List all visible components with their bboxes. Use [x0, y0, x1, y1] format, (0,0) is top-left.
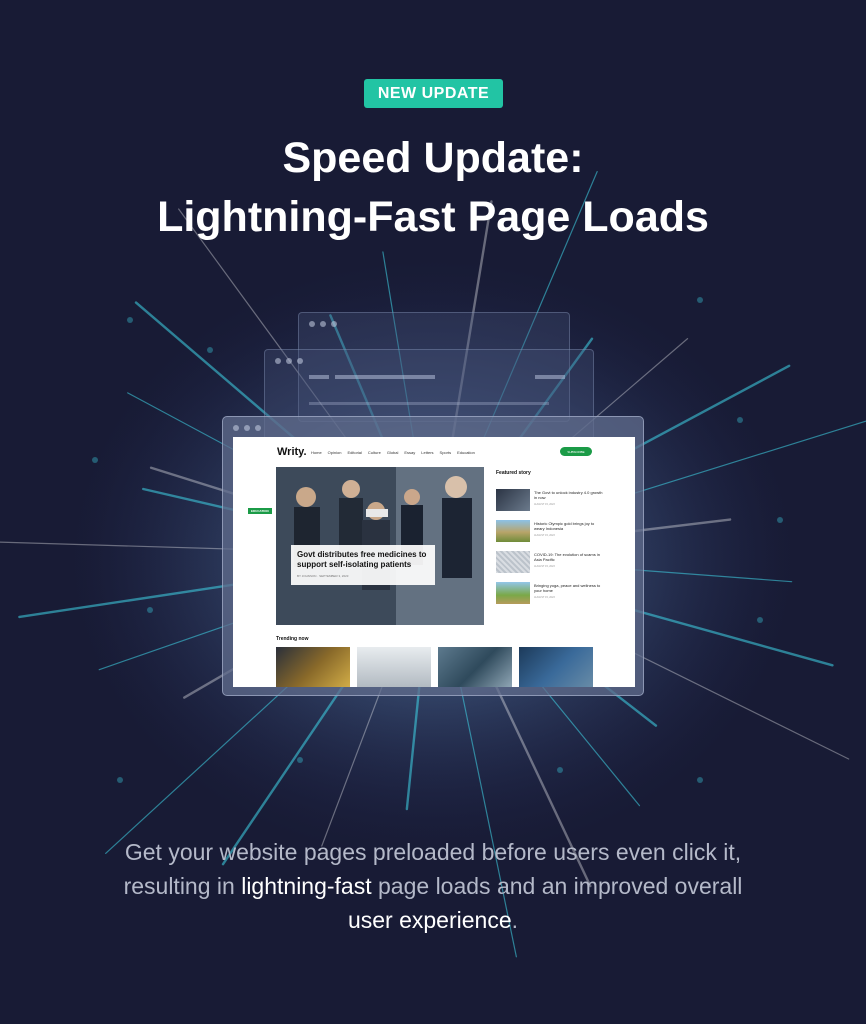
hero-title: Govt distributes free medicines to suppo…	[297, 550, 427, 569]
site-nav: Home Opinion Editorial Culture Global Es…	[311, 450, 475, 455]
featured-title: Bringing yoga, peace and wellness to you…	[534, 583, 601, 593]
featured-date: AUGUST 15, 2023	[534, 565, 555, 568]
featured-title: Historic Olympic gold brings joy to wear…	[534, 521, 595, 531]
caption-highlight: lightning-fast	[241, 873, 372, 899]
sparkle	[557, 767, 563, 773]
featured-thumbnail	[496, 489, 530, 511]
featured-story-label: Featured story	[496, 470, 531, 476]
browser-mockup: Writy. Home Opinion Editorial Culture Gl…	[222, 416, 644, 696]
trending-thumbnail	[438, 647, 512, 687]
featured-item: Historic Olympic gold brings joy to wear…	[496, 520, 606, 544]
featured-date: AUGUST 15, 2023	[534, 534, 555, 537]
featured-title: COVID-19: The evolution of scams in Asia…	[534, 552, 600, 562]
window-controls	[233, 425, 261, 431]
caption-highlight: user experience	[347, 907, 512, 933]
trending-thumbnail	[519, 647, 593, 687]
hero-category-tag: EDUCATION	[248, 508, 272, 514]
sparkle	[92, 457, 98, 463]
nav-item: Editorial	[347, 450, 362, 455]
nav-item: Opinion	[327, 450, 342, 455]
sparkle	[297, 757, 303, 763]
subscribe-button: SUBSCRIBE	[560, 447, 592, 456]
headline-line-1: Speed Update:	[282, 134, 584, 182]
hero-caption-card: Govt distributes free medicines to suppo…	[291, 545, 435, 585]
nav-item: Culture	[367, 450, 381, 455]
caption-part: page loads and an improved overall	[371, 873, 743, 899]
sparkle	[147, 607, 153, 613]
nav-item: Essay	[404, 450, 416, 455]
headline-line-2: Lightning-Fast Page Loads	[157, 193, 709, 241]
trending-thumbnail	[357, 647, 431, 687]
sparkle	[117, 777, 123, 783]
sparkle	[697, 297, 703, 303]
sparkle	[207, 347, 213, 353]
sparkle	[737, 417, 743, 423]
nav-item: Sports	[439, 450, 452, 455]
featured-thumbnail	[496, 551, 530, 573]
nav-item: Letters	[421, 450, 434, 455]
sparkle	[757, 617, 763, 623]
sparkle	[697, 777, 703, 783]
featured-thumbnail	[496, 582, 530, 604]
featured-date: AUGUST 15, 2023	[534, 503, 555, 506]
nav-item: Global	[386, 450, 399, 455]
trending-now-label: Trending now	[276, 636, 309, 642]
featured-item: The Govt to unlock industry 4.0 growth i…	[496, 489, 606, 513]
description-text: Get your website pages preloaded before …	[100, 835, 766, 937]
website-preview: Writy. Home Opinion Editorial Culture Gl…	[233, 437, 635, 687]
featured-date: AUGUST 15, 2023	[534, 596, 555, 599]
trending-thumbnail	[276, 647, 350, 687]
promo-canvas: NEW UPDATE Speed Update: Lightning-Fast …	[0, 0, 866, 1024]
sparkle	[127, 317, 133, 323]
featured-item: Bringing yoga, peace and wellness to you…	[496, 582, 606, 606]
caption-part: .	[511, 907, 519, 933]
site-logo: Writy.	[277, 446, 307, 458]
hero-meta: BY JOHNSON · SEPTEMBER 3, 2023	[297, 574, 349, 578]
sparkle	[777, 517, 783, 523]
featured-title: The Govt to unlock industry 4.0 growth i…	[534, 490, 603, 500]
featured-thumbnail	[496, 520, 530, 542]
nav-item: Home	[311, 450, 322, 455]
new-update-badge: NEW UPDATE	[364, 79, 503, 108]
featured-item: COVID-19: The evolution of scams in Asia…	[496, 551, 606, 575]
nav-item: Education	[457, 450, 475, 455]
